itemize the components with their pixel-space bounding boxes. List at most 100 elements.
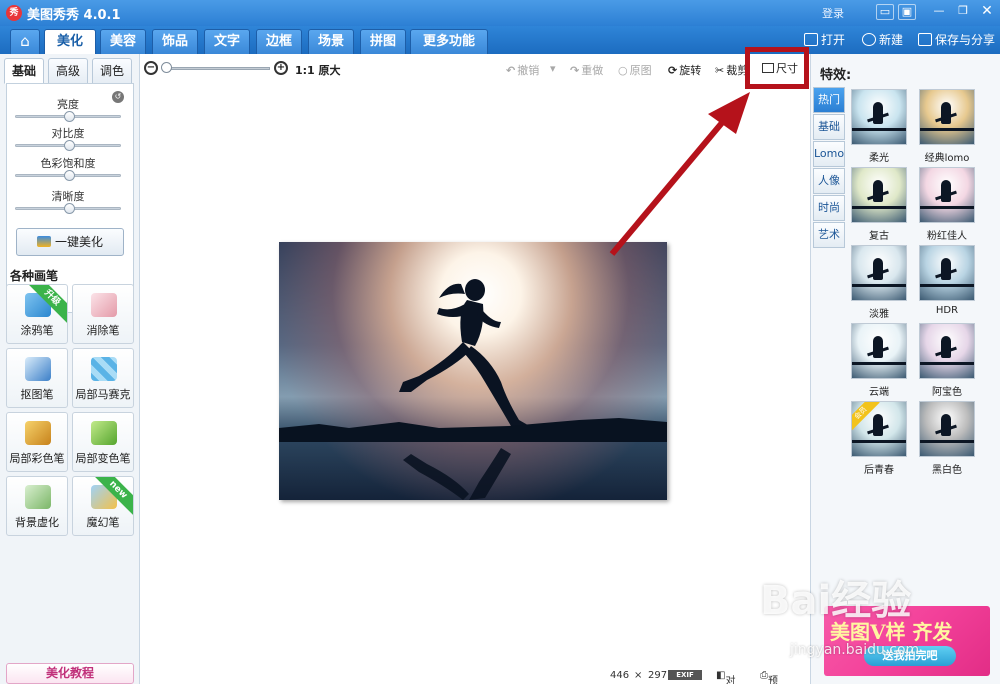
- brightness-slider[interactable]: [15, 111, 121, 122]
- sharpness-label: 清晰度: [51, 190, 85, 203]
- canvas-toolbar: − + 1:1 原大 ↶ 撤销 ▾ ↷ 重做 ○ 原图 ⟳ 旋转 ✂ 裁剪 尺寸: [140, 54, 810, 84]
- feedback-icon[interactable]: ▭: [876, 4, 894, 20]
- rotate-icon: ⟳: [668, 64, 678, 77]
- new-button[interactable]: 新建: [862, 31, 903, 49]
- effect-thumb[interactable]: 会员: [851, 401, 907, 457]
- effect-thumb[interactable]: [919, 323, 975, 379]
- tab-frame[interactable]: 边框: [256, 29, 302, 54]
- preview-button[interactable]: ⎙ 预览: [760, 670, 778, 684]
- sharpness-slider[interactable]: [15, 203, 121, 214]
- brightness-knob[interactable]: [64, 111, 75, 122]
- tab-accessories[interactable]: 饰品: [152, 29, 198, 54]
- horizon-line: [852, 206, 906, 209]
- pen-label: 消除笔: [86, 324, 120, 337]
- folder-icon: [804, 33, 818, 46]
- saturation-slider[interactable]: [15, 170, 121, 181]
- new-label: 新建: [879, 33, 904, 47]
- effect-thumb[interactable]: [919, 167, 975, 223]
- save-share-button[interactable]: 保存与分享: [918, 31, 995, 49]
- open-button[interactable]: 打开: [804, 31, 845, 49]
- photo-canvas[interactable]: [279, 242, 667, 500]
- actual-size-button[interactable]: 1:1 原大: [295, 62, 341, 78]
- contrast-label: 对比度: [51, 127, 85, 140]
- brush-icon: [25, 421, 51, 445]
- pen-local-color[interactable]: 局部彩色笔: [6, 412, 68, 472]
- effect-thumb[interactable]: [851, 167, 907, 223]
- zoom-in-icon[interactable]: +: [274, 61, 288, 75]
- open-label: 打开: [821, 33, 846, 47]
- effect-label: 经典lomo: [924, 153, 970, 164]
- horizon-line: [920, 206, 974, 209]
- subtab-basic[interactable]: 基础: [4, 58, 44, 84]
- original-button[interactable]: ○ 原图: [618, 62, 652, 78]
- image-height: 297: [648, 670, 668, 681]
- pen-magic[interactable]: 魔幻笔 new: [72, 476, 134, 536]
- pen-label: 背景虚化: [15, 516, 59, 529]
- runner-figure: [873, 102, 883, 124]
- effect-cat-portrait[interactable]: 人像: [813, 168, 845, 194]
- undo-button[interactable]: ↶ 撤销: [506, 62, 539, 78]
- compare-button[interactable]: ◧ 对比: [716, 670, 735, 684]
- zoom-slider[interactable]: [164, 67, 270, 70]
- home-icon[interactable]: ⌂: [10, 29, 40, 54]
- sharpness-knob[interactable]: [64, 203, 75, 214]
- undo-dropdown[interactable]: ▾: [550, 62, 556, 75]
- one-key-beautify-button[interactable]: 一键美化: [16, 228, 124, 256]
- effect-cat-hot[interactable]: 热门: [813, 87, 845, 113]
- close-button[interactable]: ✕: [978, 4, 996, 20]
- paint-bucket-icon: [91, 421, 117, 445]
- contrast-knob[interactable]: [64, 140, 75, 151]
- mosaic-icon: [91, 357, 117, 381]
- effect-thumb[interactable]: [919, 401, 975, 457]
- login-link[interactable]: 登录: [822, 5, 844, 21]
- horizon-line: [852, 284, 906, 287]
- tab-collage[interactable]: 拼图: [360, 29, 406, 54]
- effect-thumb[interactable]: [851, 323, 907, 379]
- size-separator: ×: [634, 670, 643, 681]
- tab-beautify[interactable]: 美化: [44, 29, 96, 55]
- effect-cat-lomo[interactable]: Lomo: [813, 141, 845, 167]
- subtab-advanced[interactable]: 高级: [48, 58, 88, 84]
- effect-cat-basic[interactable]: 基础: [813, 114, 845, 140]
- pen-mosaic[interactable]: 局部马赛克: [72, 348, 134, 408]
- image-width: 446: [610, 670, 630, 681]
- pen-label: 局部马赛克: [75, 388, 131, 401]
- subtab-color[interactable]: 调色: [92, 58, 132, 84]
- baidu-watermark: Bai经验: [760, 578, 912, 624]
- app-title: 美图秀秀 4.0.1: [27, 8, 121, 23]
- beautify-tutorial-button[interactable]: 美化教程: [6, 663, 134, 684]
- horizon-line: [920, 362, 974, 365]
- effect-thumb[interactable]: [851, 245, 907, 301]
- effect-label: 黑白色: [932, 465, 962, 476]
- skin-icon[interactable]: ▣: [898, 4, 916, 20]
- contrast-slider[interactable]: [15, 140, 121, 151]
- pen-background-blur[interactable]: 背景虚化: [6, 476, 68, 536]
- effect-cat-art[interactable]: 艺术: [813, 222, 845, 248]
- effect-thumb[interactable]: [919, 89, 975, 145]
- minimize-button[interactable]: —: [930, 4, 948, 20]
- rotate-button[interactable]: ⟳ 旋转: [668, 62, 701, 78]
- pen-doodle[interactable]: 涂鸦笔 升级: [6, 284, 68, 344]
- pen-label: 魔幻笔: [86, 516, 120, 529]
- zoom-out-icon[interactable]: −: [144, 61, 158, 75]
- zoom-knob[interactable]: [161, 62, 172, 73]
- effect-thumb[interactable]: [919, 245, 975, 301]
- exif-badge[interactable]: EXIF: [668, 670, 702, 680]
- maximize-button[interactable]: ❐: [954, 4, 972, 20]
- undo-label: 撤销: [517, 64, 540, 77]
- effect-cat-fashion[interactable]: 时尚: [813, 195, 845, 221]
- crop-button[interactable]: ✂ 裁剪: [715, 62, 748, 78]
- effect-label: 阿宝色: [932, 387, 962, 398]
- tab-text[interactable]: 文字: [204, 29, 250, 54]
- pen-cutout[interactable]: 抠图笔: [6, 348, 68, 408]
- redo-button[interactable]: ↷ 重做: [570, 62, 603, 78]
- horizon-line: [920, 284, 974, 287]
- tab-more-features[interactable]: 更多功能 ▾: [410, 29, 488, 72]
- tab-face[interactable]: 美容: [100, 29, 146, 54]
- pen-color-change[interactable]: 局部变色笔: [72, 412, 134, 472]
- pen-eraser[interactable]: 消除笔: [72, 284, 134, 344]
- effect-thumb[interactable]: [851, 89, 907, 145]
- tab-scene[interactable]: 场景: [308, 29, 354, 54]
- left-panel: 基础 高级 调色 ↺ 亮度 对比度 色彩饱和度 清晰度 一键美化 各种画笔 涂鸦…: [0, 54, 140, 684]
- saturation-knob[interactable]: [64, 170, 75, 181]
